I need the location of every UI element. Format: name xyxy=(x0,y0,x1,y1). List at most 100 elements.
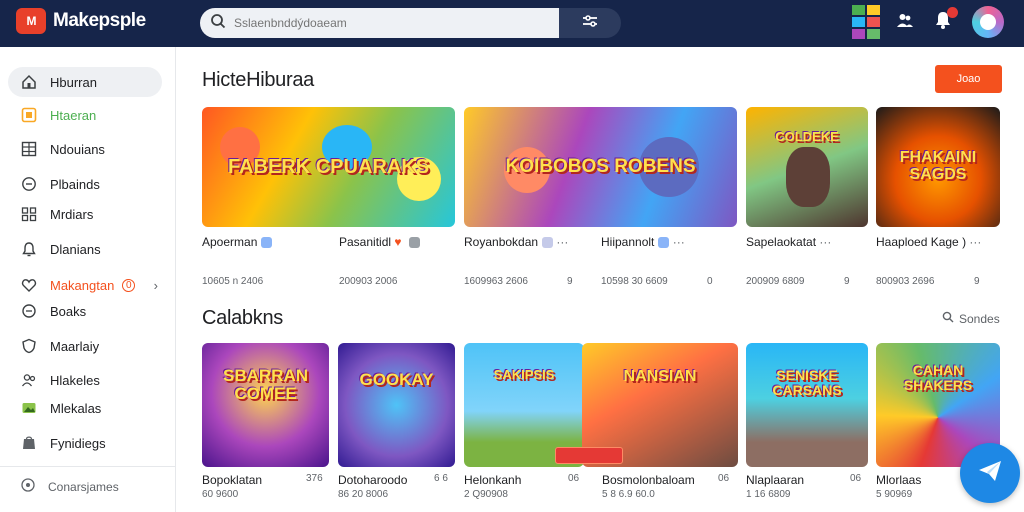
sidebar-item-shield[interactable]: Maarlaiy xyxy=(8,331,162,361)
game-card[interactable]: KOIBOBOS ROBENS Royanbokdan ··· 1609963 … xyxy=(464,107,737,287)
game-card[interactable]: SBARRAN COMEE Bopoklatan 60 9600 376 xyxy=(202,343,329,500)
sidebar-item-apps[interactable]: Mrdiars xyxy=(8,199,162,229)
section-title-featured: HicteHiburaa xyxy=(202,69,315,91)
sidebar-item-trending[interactable]: Htaeran xyxy=(8,100,162,130)
paper-plane-icon xyxy=(976,457,1004,490)
sidebar-item-shop[interactable]: Fynidiegs xyxy=(8,428,162,458)
people-icon[interactable] xyxy=(896,11,914,34)
search-input[interactable] xyxy=(234,16,544,30)
game-title: Royanbokdan ··· xyxy=(464,235,569,249)
send-fab-button[interactable] xyxy=(960,443,1020,503)
brand-name: Makepsple xyxy=(53,10,146,31)
search-icon xyxy=(942,311,954,326)
sidebar-item-circle[interactable]: Plbainds xyxy=(8,169,162,199)
game-title: Apoerman xyxy=(202,235,273,249)
game-title: Helonkanh xyxy=(464,473,522,487)
sidebar-item-label: Ndouians xyxy=(50,141,105,157)
join-button[interactable]: Joao xyxy=(935,65,1002,93)
game-meta: 200909 6809 xyxy=(746,276,805,287)
brand-logo[interactable]: M Makepsple xyxy=(16,8,146,34)
trending-icon xyxy=(20,106,38,124)
circle-icon xyxy=(20,175,38,193)
game-thumbnail: KOIBOBOS ROBENS xyxy=(464,107,737,227)
game-card[interactable]: FABERK CPUARAKS Apoerman 10605 n 2406 xyxy=(202,107,455,287)
game-thumbnail-title: KOIBOBOS ROBENS xyxy=(505,156,696,178)
heart-icon xyxy=(20,276,38,294)
game-card[interactable]: COLDEKE Sapelaokatat ··· 200909 6809 9 xyxy=(746,107,868,287)
game-thumbnail-title: SBARRAN COMEE xyxy=(223,366,308,403)
game-title: Dotoharoodo xyxy=(338,473,408,487)
game-title: Nlaplaaran xyxy=(746,473,805,487)
game-card[interactable]: FHAKAINI SAGDS Haaploed Kage ) ··· 80090… xyxy=(876,107,1000,287)
game-card[interactable]: SENISKE CARSANS Nlaplaaran 1 16 6809 06 xyxy=(746,343,868,500)
chevron-right-icon: › xyxy=(153,277,158,293)
promo-chip[interactable] xyxy=(555,447,623,464)
game-like-count: 376 xyxy=(306,473,323,484)
sidebar-item-grid[interactable]: Ndouians xyxy=(8,134,162,164)
section-title-categories: Calabkns xyxy=(202,307,283,329)
game-thumbnail: SBARRAN COMEE xyxy=(202,343,329,467)
photo-icon xyxy=(20,399,38,417)
search-button[interactable] xyxy=(559,8,621,38)
game-meta: 60 9600 xyxy=(202,489,239,500)
sidebar-divider xyxy=(0,466,176,467)
settings-circle-icon xyxy=(20,477,36,496)
game-title: Pasanitidl ♥ xyxy=(339,235,420,249)
game-meta: 200903 2006 xyxy=(339,276,398,287)
sidebar-item-label: Dlanians xyxy=(50,241,101,257)
game-meta: 2 Q90908 xyxy=(464,489,508,500)
sidebar-item-label: Mrdiars xyxy=(50,206,94,222)
game-meta: 5 8 6.9 60.0 xyxy=(602,489,655,500)
game-thumbnail-title: COLDEKE xyxy=(775,129,839,145)
shield-icon xyxy=(20,337,38,355)
sidebar-item-label: Maarlaiy xyxy=(50,338,100,354)
game-title: Bopoklatan xyxy=(202,473,263,487)
grid-icon xyxy=(20,140,38,158)
game-meta: 10605 n 2406 xyxy=(202,276,264,287)
game-thumbnail-title: CAHAN SHAKERS xyxy=(903,361,973,393)
game-thumbnail-title: FABERK CPUARAKS xyxy=(227,155,430,178)
sidebar-item-photos[interactable]: Mlekalas xyxy=(8,393,162,423)
apps-grid-icon[interactable] xyxy=(852,5,880,39)
game-title: Sapelaokatat ··· xyxy=(746,235,832,249)
sidebar-footer-label: Conarsjames xyxy=(48,479,119,494)
game-card[interactable]: GOOKAY Dotoharoodo 86 20 8006 6 6 xyxy=(338,343,455,500)
sidebar-item-home[interactable]: Hburran xyxy=(8,67,162,97)
sidebar-item-label: Plbainds xyxy=(50,176,100,192)
book-icon xyxy=(20,302,38,320)
game-meta: 10598 30 6609 xyxy=(601,276,668,287)
see-all-label: Sondes xyxy=(959,311,1000,326)
game-like-count: 0 xyxy=(707,276,713,287)
game-thumbnail-title: NANSIAN xyxy=(623,368,697,386)
sidebar-item-label: Mlekalas xyxy=(50,400,102,416)
sidebar-item-label: Hlakeles xyxy=(50,372,100,388)
game-meta: 800903 2696 xyxy=(876,276,935,287)
game-title: Hiipannolt ··· xyxy=(601,235,685,249)
game-meta: 1 16 6809 xyxy=(746,489,791,500)
game-thumbnail-title: SAKIPSIS xyxy=(493,367,555,383)
game-like-count: 9 xyxy=(844,276,850,287)
game-like-count: 06 xyxy=(568,473,580,484)
logo-badge: M xyxy=(16,8,46,34)
sidebar-item-label: Boaks xyxy=(50,303,87,319)
game-meta: 1609963 2606 xyxy=(464,276,528,287)
apps-icon xyxy=(20,205,38,223)
game-thumbnail: GOOKAY xyxy=(338,343,455,467)
sidebar-item-label: Htaeran xyxy=(50,107,97,123)
search-icon xyxy=(210,13,226,34)
game-title: Bosmolonbaloam xyxy=(602,473,695,487)
sidebar-footer-link[interactable]: Conarsjames xyxy=(20,477,119,496)
verified-icon xyxy=(261,237,273,249)
game-like-count: 9 xyxy=(567,276,573,287)
shop-icon xyxy=(20,434,38,452)
game-thumbnail: SENISKE CARSANS xyxy=(746,343,868,467)
avatar[interactable] xyxy=(972,6,1004,38)
game-title: Mlorlaas xyxy=(876,473,922,487)
sidebar-item-notifications[interactable]: Dlanians xyxy=(8,234,162,264)
see-all-link[interactable]: Sondes xyxy=(942,311,1000,326)
sidebar-item-users[interactable]: Hlakeles xyxy=(8,365,162,395)
home-icon xyxy=(20,73,38,91)
notifications-button[interactable] xyxy=(930,7,958,35)
sidebar-item-books[interactable]: Boaks xyxy=(8,296,162,326)
game-meta: 86 20 8006 xyxy=(338,489,389,500)
